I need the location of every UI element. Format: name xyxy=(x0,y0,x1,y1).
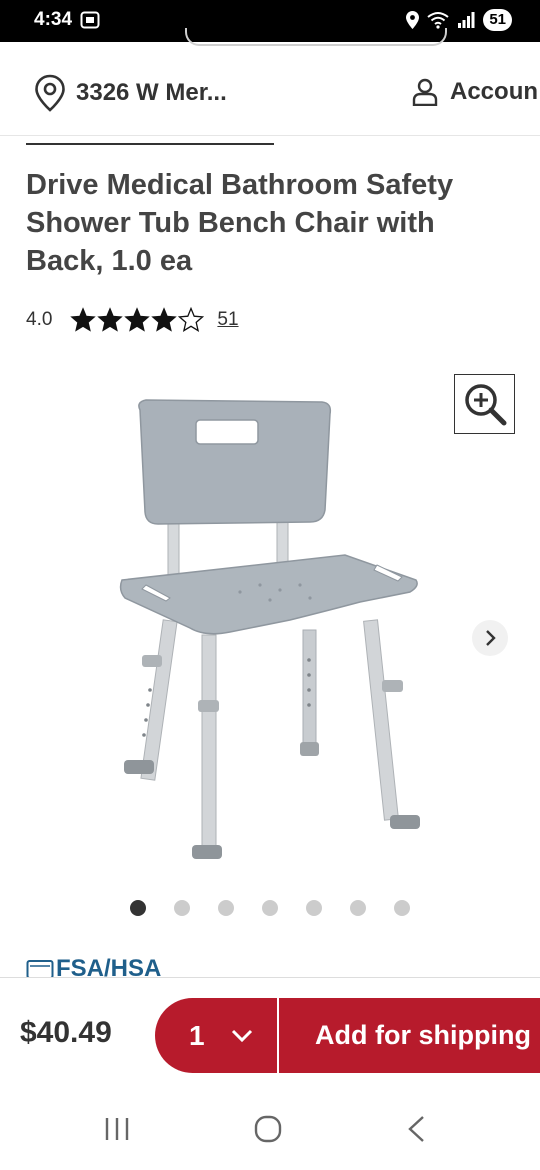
price: $40.49 xyxy=(20,1016,112,1049)
image-carousel-dots xyxy=(130,900,410,916)
carousel-dot[interactable] xyxy=(306,900,322,916)
star-rating xyxy=(70,307,205,333)
carousel-dot[interactable] xyxy=(174,900,190,916)
carousel-dot[interactable] xyxy=(262,900,278,916)
star-filled-icon xyxy=(70,307,97,332)
header: 3326 W Mer... Accoun xyxy=(0,46,540,136)
fsa-hsa-label: FSA/HSA xyxy=(56,955,162,977)
location-icon xyxy=(406,11,420,29)
wifi-icon xyxy=(427,12,449,29)
status-time: 4:34 xyxy=(34,9,73,30)
rating-value: 4.0 xyxy=(26,309,53,330)
fsa-hsa-badge: FSA/HSA xyxy=(26,955,161,977)
battery-icon: 51 xyxy=(483,9,512,31)
carousel-dot[interactable] xyxy=(130,900,146,916)
chevron-down-icon xyxy=(231,1029,252,1042)
user-icon xyxy=(412,78,438,106)
recent-apps-icon[interactable] xyxy=(103,1114,131,1144)
carousel-dot[interactable] xyxy=(350,900,366,916)
signal-icon xyxy=(458,12,475,28)
location-pin-icon xyxy=(35,74,65,112)
star-filled-icon xyxy=(151,307,178,332)
breadcrumb-underline xyxy=(26,143,274,145)
product-image[interactable] xyxy=(110,370,440,870)
carousel-dot[interactable] xyxy=(218,900,234,916)
chevron-right-icon xyxy=(486,630,496,646)
store-location-button[interactable]: 3326 W Mer... xyxy=(34,74,227,112)
account-button[interactable]: Accoun xyxy=(412,78,538,106)
carousel-dot[interactable] xyxy=(394,900,410,916)
account-text: Accoun xyxy=(450,78,539,105)
search-bar[interactable] xyxy=(185,28,447,46)
rating-row[interactable]: 4.0 51 xyxy=(26,306,239,334)
add-for-shipping-label: Add for shipping xyxy=(315,1020,531,1050)
store-location-text: 3326 W Mer... xyxy=(76,79,227,106)
zoom-button[interactable] xyxy=(454,374,515,434)
fsa-card-icon xyxy=(26,960,54,977)
quantity-value: 1 xyxy=(189,1019,205,1051)
product-title: Drive Medical Bathroom Safety Shower Tub… xyxy=(26,169,454,277)
star-filled-icon xyxy=(97,307,124,332)
back-icon[interactable] xyxy=(405,1114,427,1144)
home-icon[interactable] xyxy=(253,1114,283,1144)
star-empty-icon xyxy=(178,307,205,332)
zoom-in-icon xyxy=(464,384,506,426)
star-filled-icon xyxy=(124,307,151,332)
system-nav-bar xyxy=(0,1092,540,1170)
screenshot-icon xyxy=(80,11,100,29)
quantity-selector[interactable]: 1 xyxy=(155,998,277,1073)
next-image-button[interactable] xyxy=(472,620,508,656)
review-count-link[interactable]: 51 xyxy=(217,309,238,331)
add-for-shipping-button[interactable]: Add for shipping xyxy=(279,998,540,1073)
purchase-bar: $40.49 1 Add for shipping xyxy=(0,977,540,1092)
